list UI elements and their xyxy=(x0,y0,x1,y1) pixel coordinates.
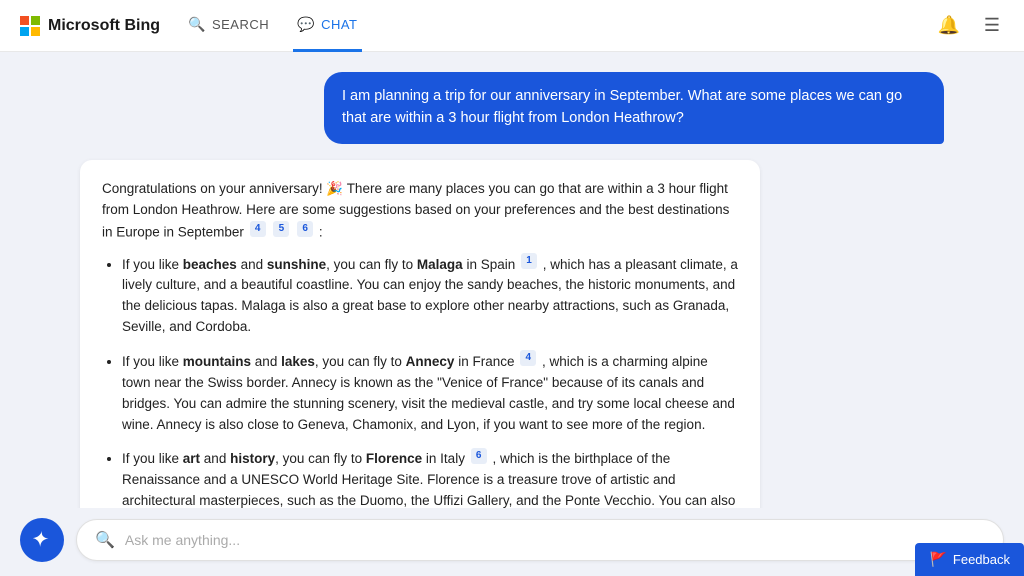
search-input[interactable] xyxy=(125,532,985,548)
list-item-malaga: If you like beaches and sunshine, you ca… xyxy=(122,253,738,338)
bold-malaga: Malaga xyxy=(417,257,463,272)
hamburger-icon: ☰ xyxy=(984,15,1000,36)
header-right: 🔔 ☰ xyxy=(933,11,1004,40)
chat-avatar-button[interactable] xyxy=(20,518,64,562)
citation-4-annecy[interactable]: 4 xyxy=(520,350,536,366)
bold-art: art xyxy=(183,451,200,466)
chat-area: I am planning a trip for our anniversary… xyxy=(0,52,1024,508)
bold-florence: Florence xyxy=(366,451,422,466)
suggestions-list: If you like beaches and sunshine, you ca… xyxy=(102,253,738,508)
citation-4[interactable]: 4 xyxy=(250,221,266,237)
citation-5[interactable]: 5 xyxy=(273,221,289,237)
bing-logo-text: Microsoft Bing xyxy=(48,17,160,35)
header: Microsoft Bing 🔍 SEARCH 💬 CHAT 🔔 ☰ xyxy=(0,0,1024,52)
bold-annecy: Annecy xyxy=(406,354,455,369)
bullet2-text: If you like mountains and lakes, you can… xyxy=(122,354,735,432)
bot-response-card: Congratulations on your anniversary! 🎉 T… xyxy=(80,160,760,509)
tab-search[interactable]: 🔍 SEARCH xyxy=(184,0,273,52)
feedback-icon: 🚩 xyxy=(929,551,946,568)
bold-mountains: mountains xyxy=(183,354,251,369)
list-item-annecy: If you like mountains and lakes, you can… xyxy=(122,350,738,435)
search-input-wrapper: 🔍 xyxy=(76,519,1004,561)
bell-icon: 🔔 xyxy=(937,15,959,36)
header-left: Microsoft Bing 🔍 SEARCH 💬 CHAT xyxy=(20,0,362,52)
chat-tab-label: CHAT xyxy=(321,17,357,32)
bold-history: history xyxy=(230,451,275,466)
nav-tabs: 🔍 SEARCH 💬 CHAT xyxy=(184,0,362,52)
bold-beaches: beaches xyxy=(183,257,237,272)
user-message-text: I am planning a trip for our anniversary… xyxy=(342,88,902,126)
citation-6-florence[interactable]: 6 xyxy=(471,448,487,464)
user-message-bubble: I am planning a trip for our anniversary… xyxy=(324,72,944,144)
list-item-florence: If you like art and history, you can fly… xyxy=(122,448,738,508)
bot-intro-paragraph: Congratulations on your anniversary! 🎉 T… xyxy=(102,178,738,243)
chat-tab-icon: 💬 xyxy=(297,16,315,33)
bot-intro-text: Congratulations on your anniversary! 🎉 T… xyxy=(102,181,729,240)
bold-lakes: lakes xyxy=(281,354,315,369)
bottom-input-bar: 🔍 xyxy=(0,508,1024,576)
feedback-button[interactable]: 🚩 Feedback xyxy=(915,543,1024,576)
intro-colon: : xyxy=(319,224,323,239)
bullet3-text: If you like art and history, you can fly… xyxy=(122,451,735,508)
menu-button[interactable]: ☰ xyxy=(980,11,1004,40)
citation-6-intro[interactable]: 6 xyxy=(297,221,313,237)
feedback-label: Feedback xyxy=(953,552,1010,567)
search-tab-label: SEARCH xyxy=(212,17,269,32)
bold-sunshine: sunshine xyxy=(267,257,326,272)
spark-icon xyxy=(31,529,53,551)
notification-button[interactable]: 🔔 xyxy=(933,11,963,40)
microsoft-logo-icon xyxy=(20,16,40,36)
main: I am planning a trip for our anniversary… xyxy=(0,52,1024,576)
citation-1[interactable]: 1 xyxy=(521,253,537,269)
search-tab-icon: 🔍 xyxy=(188,16,206,33)
bing-logo[interactable]: Microsoft Bing xyxy=(20,16,160,36)
input-search-icon: 🔍 xyxy=(95,530,115,550)
bullet1-text: If you like beaches and sunshine, you ca… xyxy=(122,257,738,335)
tab-chat[interactable]: 💬 CHAT xyxy=(293,0,361,52)
